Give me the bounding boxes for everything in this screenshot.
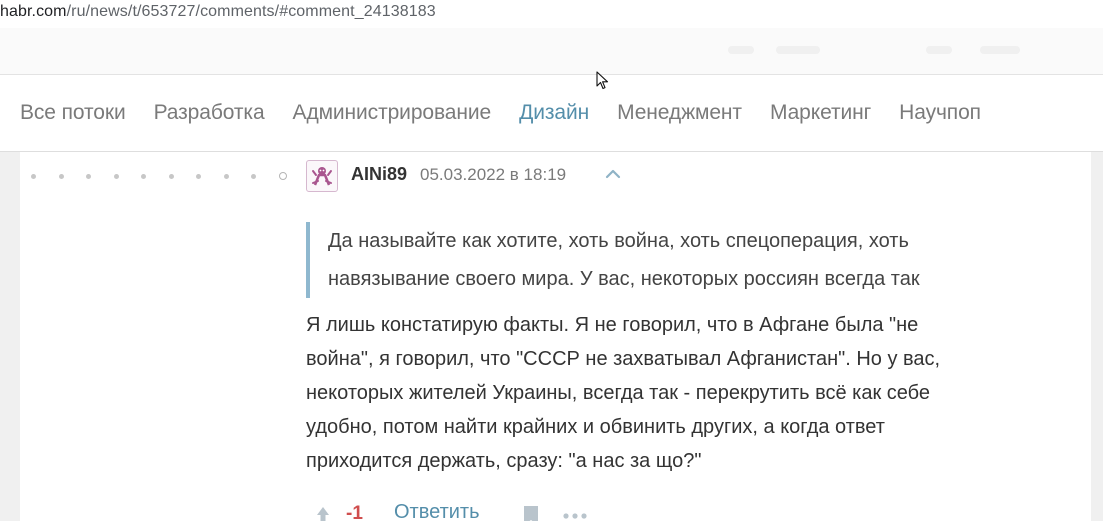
thread-dot: [224, 174, 229, 179]
quote-line: навязывание своего мира. У вас, некоторы…: [328, 268, 920, 290]
nav-items: Все потоки Разработка Администрирование Диз…: [20, 101, 1009, 125]
quoted-text: Да называйте как хотите, хоть война, хот…: [306, 222, 1046, 298]
more-dots-icon[interactable]: [562, 512, 588, 520]
thread-dot: [59, 174, 64, 179]
comment-date[interactable]: 05.03.2022 в 18:19: [420, 165, 566, 185]
comment-body: Я лишь констатирую факты. Я не говорил, …: [306, 308, 1066, 478]
address-bar[interactable]: habr.com/ru/news/t/653727/comments/#comm…: [0, 0, 1103, 28]
avatar-image: [312, 167, 332, 186]
thread-dot: [31, 174, 36, 179]
thread-dot: [251, 174, 256, 179]
mouse-cursor-icon: [596, 71, 609, 90]
thread-dot: [141, 174, 146, 179]
nav-item[interactable]: Разработка: [154, 101, 265, 125]
url-path: /ru/news/t/653727/comments/#comment_2413…: [66, 3, 436, 20]
thread-dot: [196, 174, 201, 179]
avatar[interactable]: [306, 160, 338, 192]
comment-line: некоторых жителей Украины, всегда так - …: [306, 382, 931, 404]
thread-dot: [114, 174, 119, 179]
nav-item[interactable]: Дизайн: [519, 101, 589, 125]
vote-arrow-icon[interactable]: [314, 504, 332, 521]
thread-dot-current[interactable]: [279, 172, 287, 180]
comment-line: Я лишь констатирую факты. Я не говорил, …: [306, 314, 919, 336]
flows-nav: Все потоки Разработка Администрирование Диз…: [0, 75, 1103, 152]
chevron-up-icon[interactable]: [604, 168, 622, 180]
reply-button[interactable]: Ответить: [394, 501, 480, 521]
nav-item[interactable]: Все потоки: [20, 101, 126, 125]
comment-line: война", я говорил, что "СССР не захватыв…: [306, 348, 941, 370]
comment-author[interactable]: AINi89: [351, 164, 407, 185]
thread-dot: [86, 174, 91, 179]
comment-line: удобно, потом найти крайних и обвинить д…: [306, 416, 885, 438]
url-text[interactable]: habr.com/ru/news/t/653727/comments/#comm…: [0, 3, 436, 21]
quote-line: Да называйте как хотите, хоть война, хот…: [328, 230, 909, 252]
header-faded: [0, 28, 1103, 74]
nav-item[interactable]: Менеджмент: [617, 101, 742, 125]
comment-line: приходится держать, сразу: "а нас за що?…: [306, 450, 702, 472]
nav-item[interactable]: Администрирование: [293, 101, 492, 125]
nav-item[interactable]: Научпоп: [899, 101, 981, 125]
url-host: habr.com: [0, 3, 67, 20]
thread-dot: [169, 174, 174, 179]
bookmark-icon[interactable]: [522, 505, 540, 521]
nav-item[interactable]: Маркетинг: [770, 101, 871, 125]
comment-footer: -1 Ответить: [306, 498, 706, 521]
page: habr.com/ru/news/t/653727/comments/#comm…: [0, 0, 1103, 521]
comment-score: -1: [346, 503, 363, 521]
